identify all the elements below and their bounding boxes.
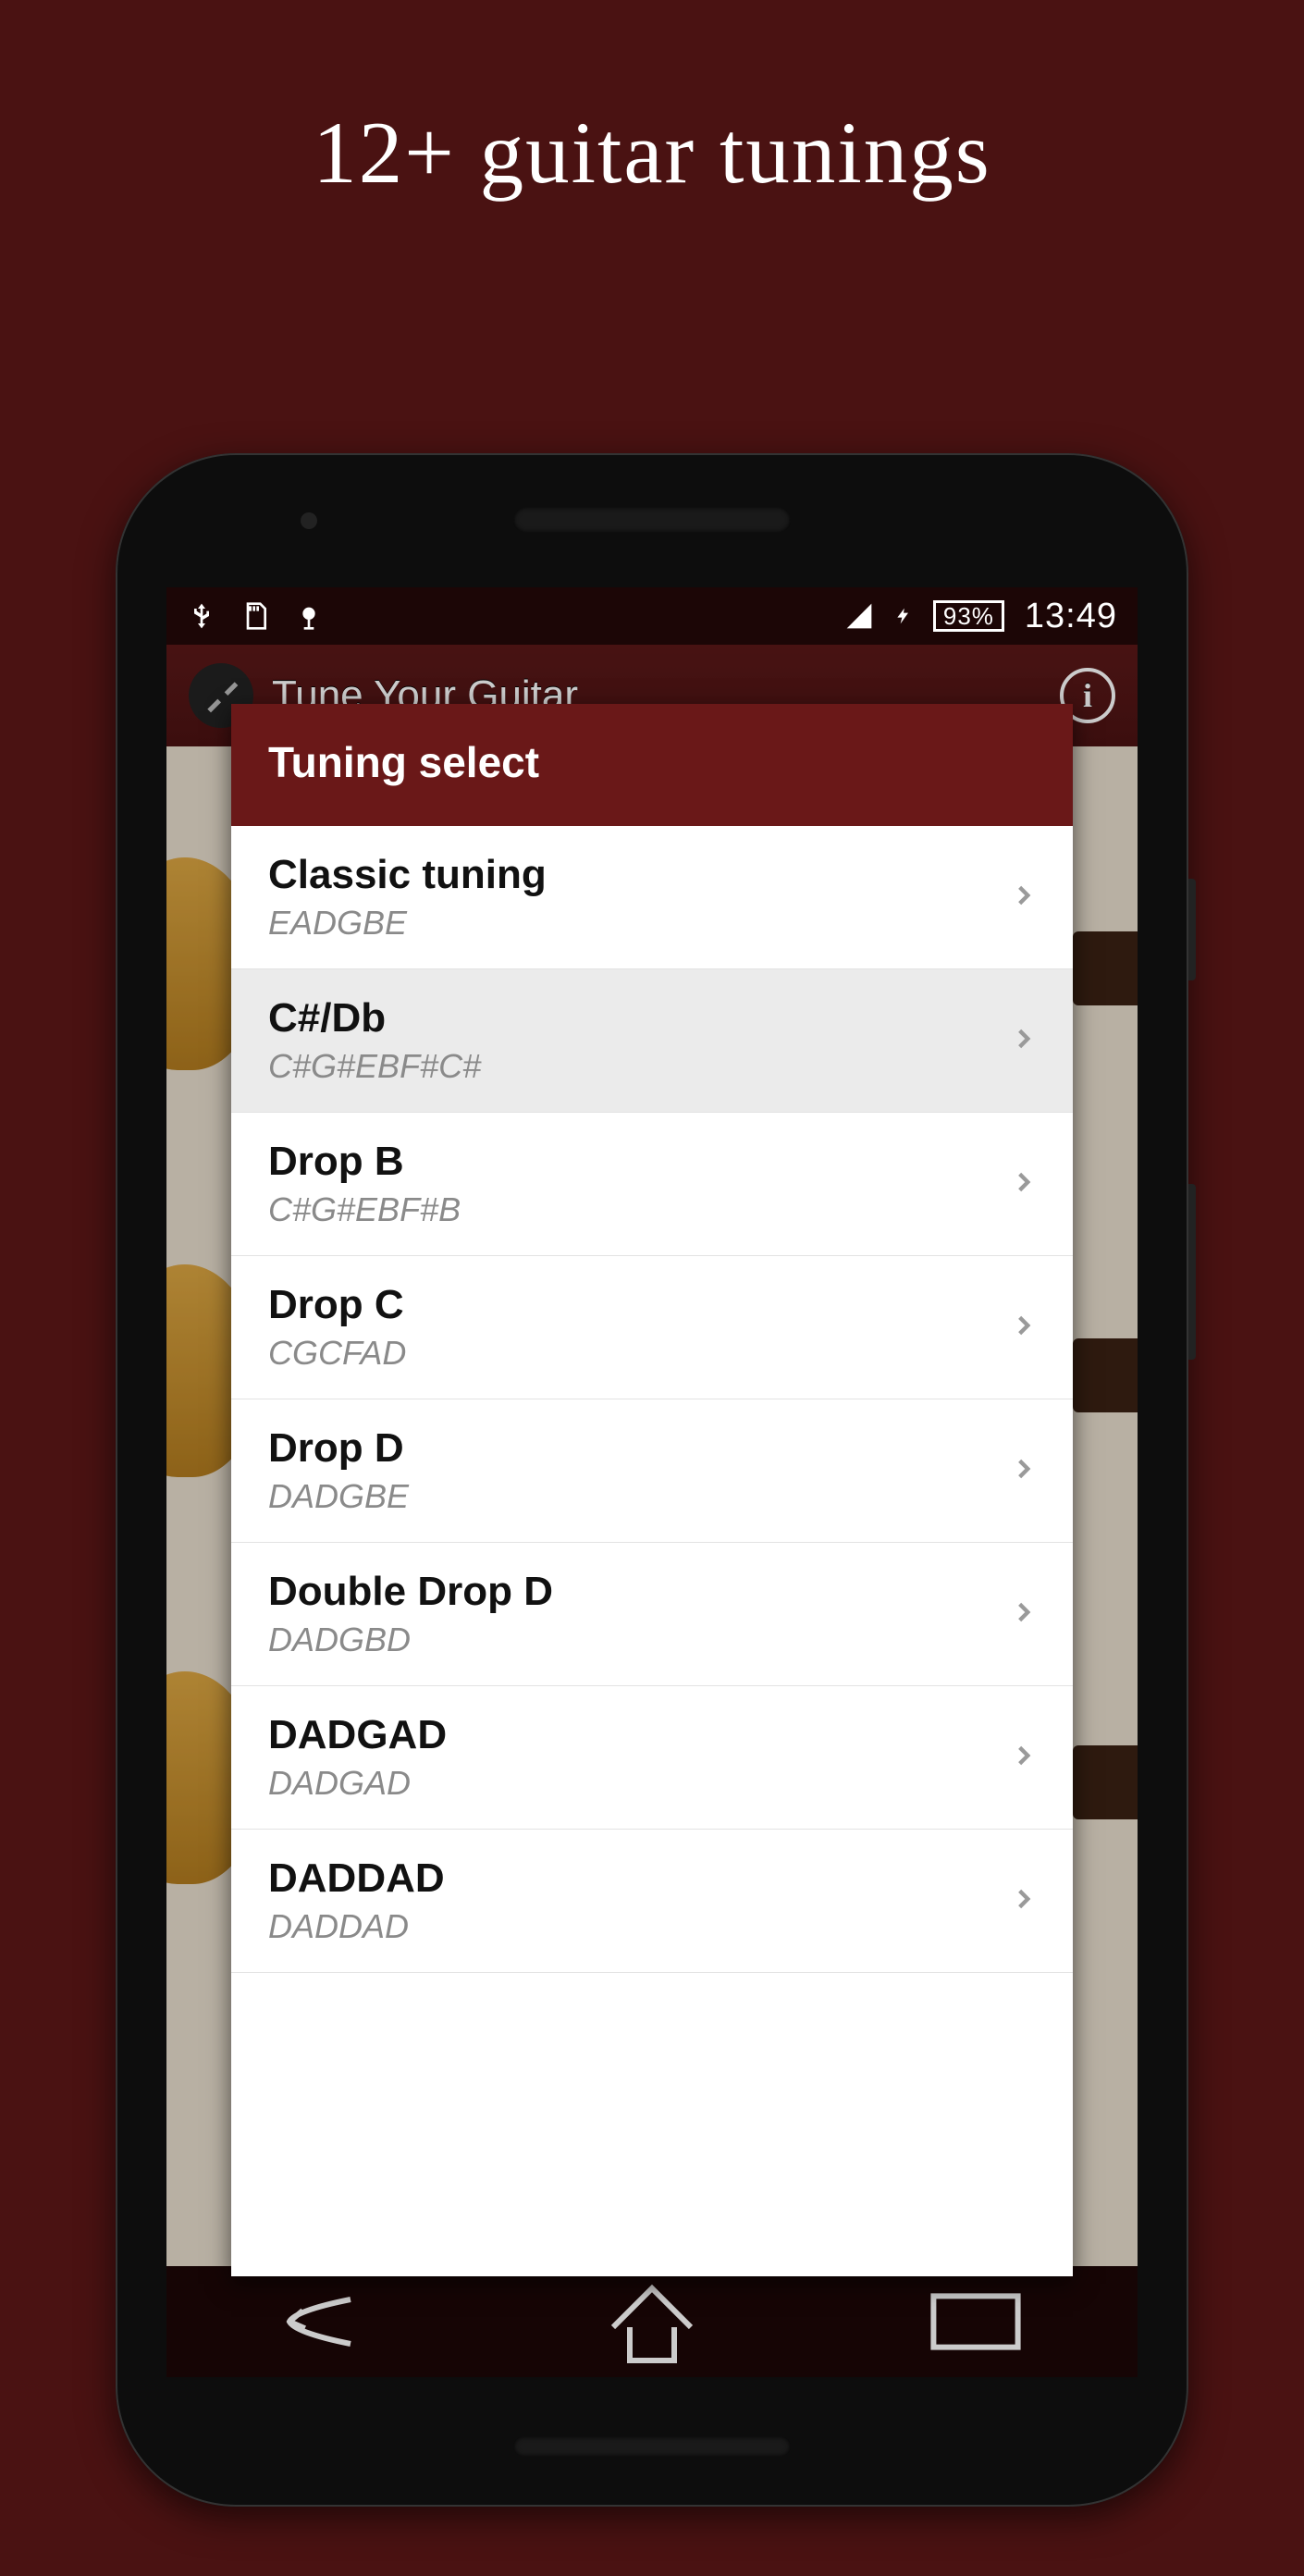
phone-side-button-2 [1188, 1184, 1196, 1360]
chevron-right-icon [1012, 1313, 1036, 1342]
phone-screen: 93% 13:49 Tune Your Guitar i [166, 587, 1138, 2377]
promo-title: 12+ guitar tunings [0, 0, 1304, 203]
tuning-name: Drop D [268, 1425, 409, 1472]
chevron-right-icon [1012, 1457, 1036, 1485]
chevron-right-icon [1012, 883, 1036, 912]
tuning-notes: DADGBD [268, 1621, 553, 1659]
tuning-select-dialog: Tuning select Classic tuningEADGBEC#/DbC… [231, 704, 1073, 2276]
tuning-notes: DADGBE [268, 1477, 409, 1516]
phone-frame: 93% 13:49 Tune Your Guitar i [116, 453, 1188, 2507]
chevron-right-icon [1012, 1027, 1036, 1055]
phone-camera [301, 512, 317, 529]
tuning-row[interactable]: Drop C CGCFAD [231, 1256, 1073, 1399]
tuning-row[interactable]: Double Drop D DADGBD [231, 1543, 1073, 1686]
chevron-right-icon [1012, 1170, 1036, 1199]
tuning-list[interactable]: Classic tuning EADGBE C#/Db C#G#EBF#C# Drop … [231, 826, 1073, 2276]
nav-back-icon[interactable] [273, 2285, 384, 2359]
tuning-row[interactable]: Drop D DADGBE [231, 1399, 1073, 1543]
phone-speaker-bottom [513, 2436, 791, 2457]
tuning-row[interactable]: DADGAD DADGAD [231, 1686, 1073, 1830]
tuning-name: Classic tuning [268, 852, 547, 898]
bottom-nav [166, 2266, 1138, 2377]
tuning-notes: C#G#EBF#C# [268, 1047, 481, 1086]
dialog-title: Tuning select [231, 704, 1073, 826]
phone-speaker-top [513, 507, 791, 533]
tuning-row[interactable]: C#/Db C#G#EBF#C# [231, 969, 1073, 1113]
phone-side-button-1 [1188, 879, 1196, 980]
battery-percent: 93% [933, 600, 1004, 632]
tuning-row[interactable]: DADDAD DADDAD [231, 1830, 1073, 1973]
sd-card-icon [240, 601, 270, 631]
tuning-notes: DADDAD [268, 1907, 445, 1946]
nav-home-icon[interactable] [597, 2285, 707, 2359]
tuning-name: DADGAD [268, 1712, 447, 1758]
chevron-right-icon [1012, 1887, 1036, 1916]
tuning-notes: CGCFAD [268, 1334, 406, 1373]
tuning-name: C#/Db [268, 995, 481, 1041]
nav-recent-icon[interactable] [920, 2285, 1031, 2359]
tuning-name: DADDAD [268, 1855, 445, 1902]
usb-icon [187, 601, 216, 631]
status-time: 13:49 [1025, 597, 1117, 636]
charging-icon [894, 601, 913, 631]
status-bar: 93% 13:49 [166, 587, 1138, 645]
chevron-right-icon [1012, 1600, 1036, 1629]
chevron-right-icon [1012, 1744, 1036, 1772]
android-debug-icon [294, 601, 324, 631]
tuning-notes: DADGAD [268, 1764, 447, 1803]
tuning-name: Drop C [268, 1282, 406, 1328]
tuning-name: Drop B [268, 1139, 461, 1185]
tuning-notes: C#G#EBF#B [268, 1190, 461, 1229]
tuning-notes: EADGBE [268, 904, 547, 943]
tuning-row[interactable]: Drop B C#G#EBF#B [231, 1113, 1073, 1256]
tuning-name: Double Drop D [268, 1569, 553, 1615]
tuning-row[interactable]: Classic tuning EADGBE [231, 826, 1073, 969]
signal-icon [844, 601, 874, 631]
